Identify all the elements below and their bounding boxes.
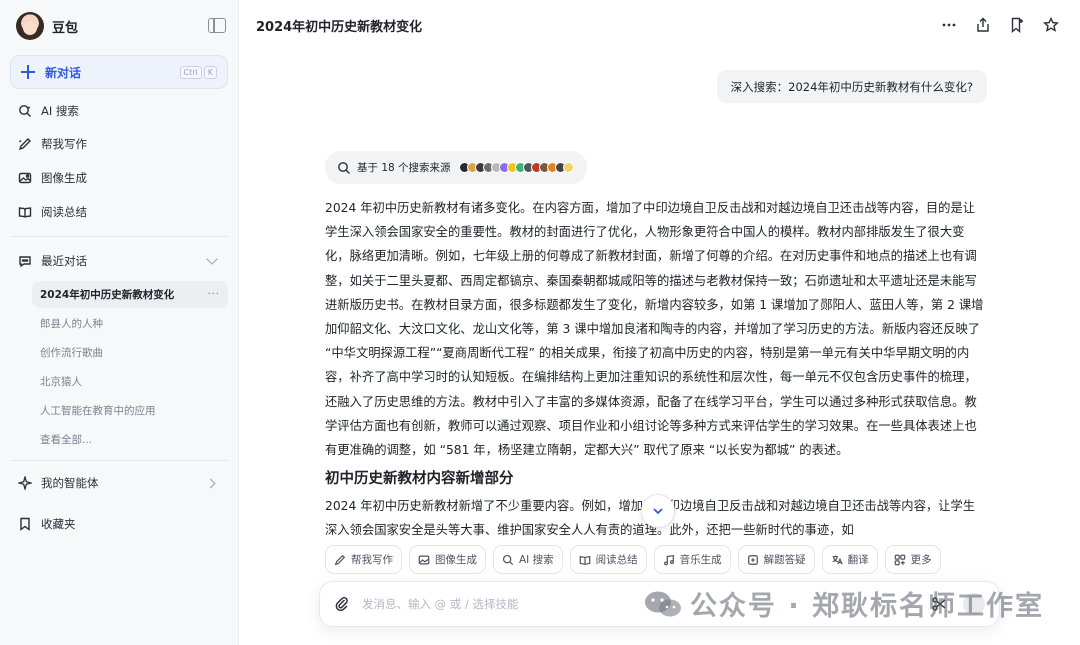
quick-action-label: 音乐生成 (679, 554, 722, 566)
more-icon[interactable] (940, 16, 958, 34)
ai-search-icon (18, 104, 32, 118)
sidebar-item-label: 我的智能体 (41, 476, 99, 490)
source-favicons (458, 162, 574, 173)
reading-icon (579, 555, 590, 565)
writing-icon (18, 137, 32, 151)
sidebar-item-ai-search[interactable]: AI 搜索 (10, 96, 228, 126)
sparkle-icon (18, 476, 32, 490)
search-icon (338, 161, 350, 174)
image-icon (418, 555, 430, 564)
sidebar-item-image[interactable]: 图像生成 (10, 163, 228, 193)
music-icon (663, 554, 674, 565)
quick-action-label: AI 搜索 (519, 554, 554, 566)
recent-header-label: 最近对话 (41, 254, 87, 268)
recent-item[interactable]: 创作流行歌曲 (32, 339, 228, 366)
brand[interactable]: 豆包 (16, 10, 226, 42)
composer-actions (931, 593, 985, 615)
user-message-text: 深入搜索：2024年初中历史新教材有什么变化? (730, 79, 973, 94)
user-message: 深入搜索：2024年初中历史新教材有什么变化? (716, 70, 987, 103)
chat-main: 2024年初中历史新教材变化 深入搜索：2024年初中历史新教材有什么变化? 基… (239, 0, 1080, 645)
scissors-icon[interactable] (931, 596, 947, 612)
bookmark-icon (18, 517, 32, 531)
writing-icon (334, 554, 346, 565)
chevron-down-icon (653, 508, 663, 515)
recent-item-label: 2024年初中历史新教材变化 (40, 289, 175, 301)
ai-search-icon (502, 554, 514, 565)
recent-item-active[interactable]: 2024年初中历史新教材变化 ··· (32, 281, 228, 308)
quick-solve-button[interactable]: 解题答疑 (737, 545, 815, 574)
quick-more-button[interactable]: 更多 (884, 545, 941, 574)
sidebar-divider (10, 460, 228, 461)
shortcut-key-k: K (203, 65, 217, 79)
recent-item[interactable]: 北京猿人 (32, 368, 228, 395)
recent-item[interactable]: 人工智能在教育中的应用 (32, 397, 228, 424)
brand-name: 豆包 (52, 20, 79, 36)
chat-bubble-icon (18, 254, 32, 268)
grid-icon (894, 554, 905, 565)
new-chat-button[interactable]: 新对话 Ctrl K (10, 55, 228, 89)
quick-translate-button[interactable]: 翻译 (821, 545, 878, 574)
recent-item-label: 郎县人的人种 (40, 318, 103, 330)
solve-icon (747, 554, 758, 565)
chevron-right-icon (205, 478, 216, 488)
chevron-down-icon[interactable] (206, 253, 218, 265)
sidebar: 豆包 新对话 Ctrl K AI 搜索 帮我写作 图像生成 阅读总结 最近对话 … (0, 0, 239, 645)
bookmark-add-icon[interactable] (1008, 16, 1026, 34)
scroll-down-button[interactable] (641, 494, 675, 528)
recent-header[interactable]: 最近对话 (10, 246, 228, 276)
sidebar-divider (10, 236, 228, 237)
quick-action-label: 阅读总结 (595, 554, 638, 566)
quick-action-label: 图像生成 (435, 554, 477, 566)
message-input[interactable] (362, 597, 931, 611)
translate-icon (832, 555, 843, 565)
sidebar-item-favorites[interactable]: 收藏夹 (10, 509, 228, 539)
shortcut-hint: Ctrl K (179, 65, 217, 79)
plus-icon (21, 65, 35, 79)
more-options-icon[interactable]: ··· (207, 289, 220, 300)
attachment-icon[interactable] (334, 596, 350, 612)
quick-action-label: 解题答疑 (763, 554, 806, 566)
new-chat-label: 新对话 (45, 65, 82, 80)
star-icon[interactable] (1042, 16, 1060, 34)
quick-writing-button[interactable]: 帮我写作 (325, 545, 402, 574)
recent-item-label: 创作流行歌曲 (40, 347, 103, 359)
top-actions (940, 16, 1060, 34)
quick-music-button[interactable]: 音乐生成 (653, 545, 731, 574)
image-icon (18, 171, 32, 185)
quick-action-label: 更多 (910, 554, 932, 566)
sidebar-item-label: AI 搜索 (41, 104, 79, 118)
message-composer (319, 581, 1000, 627)
share-icon[interactable] (974, 16, 992, 34)
quick-reading-button[interactable]: 阅读总结 (569, 545, 647, 574)
sidebar-item-agents[interactable]: 我的智能体 (10, 468, 228, 498)
avatar (16, 12, 44, 40)
recent-item-label: 人工智能在教育中的应用 (40, 405, 156, 417)
quick-action-label: 翻译 (847, 554, 869, 566)
topbar: 2024年初中历史新教材变化 (256, 14, 1060, 36)
recent-item-label: 北京猿人 (40, 376, 82, 388)
answer-paragraph: 2024 年初中历史新教材有诸多变化。在内容方面，增加了中印边境自卫反击战和对越… (325, 201, 984, 458)
reading-icon (18, 205, 32, 219)
search-sources-chip[interactable]: 基于 18 个搜索来源 (325, 151, 587, 184)
quick-image-button[interactable]: 图像生成 (409, 545, 486, 574)
sidebar-item-reading[interactable]: 阅读总结 (10, 197, 228, 227)
sources-label: 基于 18 个搜索来源 (357, 162, 451, 174)
recent-item[interactable]: 郎县人的人种 (32, 310, 228, 337)
quick-action-label: 帮我写作 (351, 554, 393, 566)
quick-ai-search-button[interactable]: AI 搜索 (493, 545, 563, 574)
section-heading: 初中历史新教材内容新增部分 (325, 471, 514, 487)
conversation-title: 2024年初中历史新教材变化 (256, 19, 423, 35)
source-favicon (562, 162, 574, 173)
sidebar-toggle-icon[interactable] (208, 18, 226, 33)
shortcut-key-ctrl: Ctrl (179, 65, 202, 79)
sidebar-item-label: 图像生成 (41, 171, 87, 185)
sidebar-item-label: 帮我写作 (41, 137, 87, 151)
sidebar-item-label: 阅读总结 (41, 205, 87, 219)
send-button[interactable] (963, 593, 985, 615)
sidebar-item-label: 收藏夹 (41, 517, 76, 531)
view-all-link[interactable]: 查看全部... (32, 426, 228, 453)
view-all-label: 查看全部... (40, 434, 93, 446)
quick-actions: 帮我写作 图像生成 AI 搜索 阅读总结 音乐生成 解题答疑 翻译 更多 (325, 545, 941, 574)
sidebar-item-writing[interactable]: 帮我写作 (10, 129, 228, 159)
